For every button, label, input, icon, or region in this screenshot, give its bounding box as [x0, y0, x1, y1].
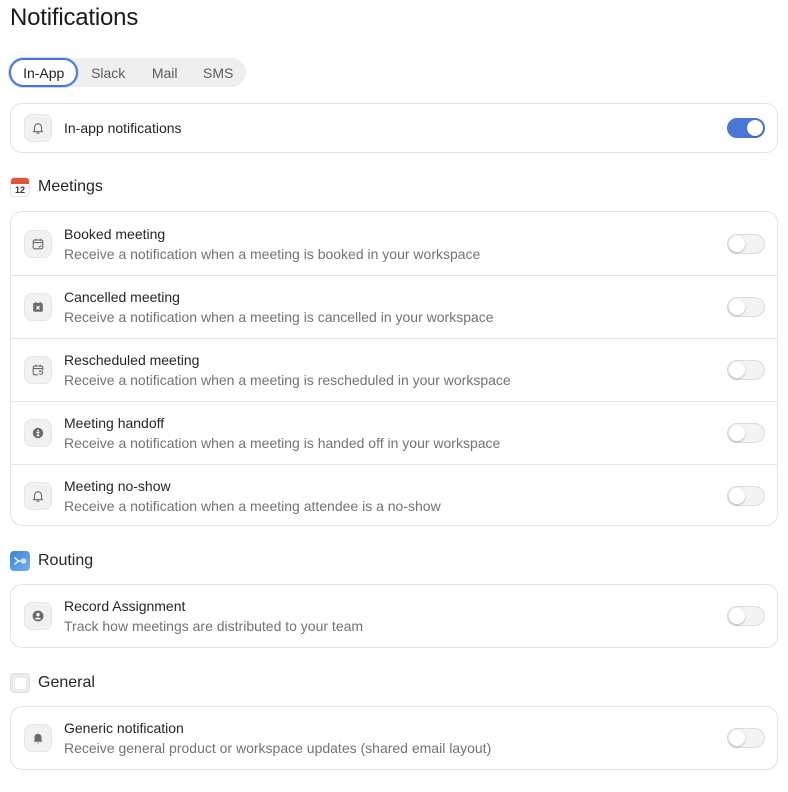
list-item: Meeting no-show Receive a notification w…: [11, 464, 777, 525]
row-desc: Receive a notification when a meeting is…: [64, 245, 481, 262]
list-item: Booked meeting Receive a notification wh…: [11, 212, 777, 275]
calendar-x-icon: [24, 293, 52, 321]
toggle-knob: [747, 120, 763, 136]
toggle-knob: [729, 608, 745, 624]
row-desc: Receive a notification when a meeting is…: [64, 372, 511, 388]
generic-notification-toggle[interactable]: [727, 728, 765, 748]
in-app-title: In-app notifications: [64, 120, 182, 136]
toggle-knob: [729, 299, 745, 315]
routing-icon: [10, 551, 30, 571]
toggle-knob: [729, 362, 745, 378]
bell-icon: [24, 481, 52, 510]
handoff-icon: [24, 419, 52, 447]
row-title: Record Assignment: [64, 598, 186, 614]
in-app-row: In-app notifications: [11, 104, 777, 152]
general-icon: [10, 673, 30, 693]
tab-mail[interactable]: Mail: [138, 58, 192, 87]
toggle-knob: [729, 235, 745, 252]
calendar-refresh-icon: [24, 356, 52, 384]
toggle-knob: [729, 425, 745, 441]
meetings-title: Meetings: [38, 178, 103, 195]
user-circle-icon: [24, 602, 52, 630]
row-title: Meeting handoff: [64, 415, 165, 431]
general-card: Generic notification Receive general pro…: [10, 706, 778, 770]
calendar-icon: 12: [10, 177, 30, 197]
tab-sms[interactable]: SMS: [191, 58, 245, 87]
row-title: Generic notification: [64, 720, 184, 736]
general-header: General: [10, 673, 95, 693]
row-desc: Receive a notification when a meeting at…: [64, 497, 441, 514]
list-item: Cancelled meeting Receive a notification…: [11, 275, 777, 338]
list-item: Meeting handoff Receive a notification w…: [11, 401, 777, 464]
row-desc: Track how meetings are distributed to yo…: [64, 618, 364, 634]
list-item: Rescheduled meeting Receive a notificati…: [11, 338, 777, 401]
row-desc: Receive a notification when a meeting is…: [64, 309, 494, 325]
bell-icon: [24, 114, 52, 142]
channel-tabs: In-App Slack Mail SMS: [8, 58, 246, 87]
record-assignment-toggle[interactable]: [727, 606, 765, 626]
in-app-card: In-app notifications: [10, 103, 778, 153]
row-title: Cancelled meeting: [64, 289, 180, 305]
meeting-handoff-toggle[interactable]: [727, 423, 765, 443]
list-item: Record Assignment Track how meetings are…: [11, 585, 777, 647]
row-desc: Receive a notification when a meeting is…: [64, 435, 501, 451]
tab-in-app[interactable]: In-App: [9, 58, 79, 87]
general-title: General: [38, 674, 95, 691]
calendar-date: 12: [14, 185, 25, 195]
cancelled-meeting-toggle[interactable]: [727, 297, 765, 317]
bell-filled-icon: [24, 724, 52, 752]
row-title: Meeting no-show: [64, 477, 171, 494]
row-desc: Receive general product or workspace upd…: [64, 740, 492, 756]
booked-meeting-toggle[interactable]: [727, 233, 765, 254]
routing-card: Record Assignment Track how meetings are…: [10, 584, 778, 648]
toggle-knob: [729, 487, 745, 504]
calendar-check-icon: [24, 229, 52, 258]
meeting-no-show-toggle[interactable]: [727, 485, 765, 506]
list-item: Generic notification Receive general pro…: [11, 707, 777, 769]
routing-header: Routing: [10, 551, 93, 571]
row-title: Booked meeting: [64, 225, 166, 242]
tab-slack[interactable]: Slack: [78, 58, 137, 87]
rescheduled-meeting-toggle[interactable]: [727, 360, 765, 380]
routing-title: Routing: [38, 552, 94, 569]
in-app-toggle[interactable]: [727, 118, 765, 138]
meetings-card: Booked meeting Receive a notification wh…: [10, 211, 778, 526]
meetings-header: 12 Meetings: [10, 177, 103, 197]
row-title: Rescheduled meeting: [64, 352, 200, 368]
toggle-knob: [729, 730, 745, 746]
page-title: Notifications: [10, 4, 139, 31]
